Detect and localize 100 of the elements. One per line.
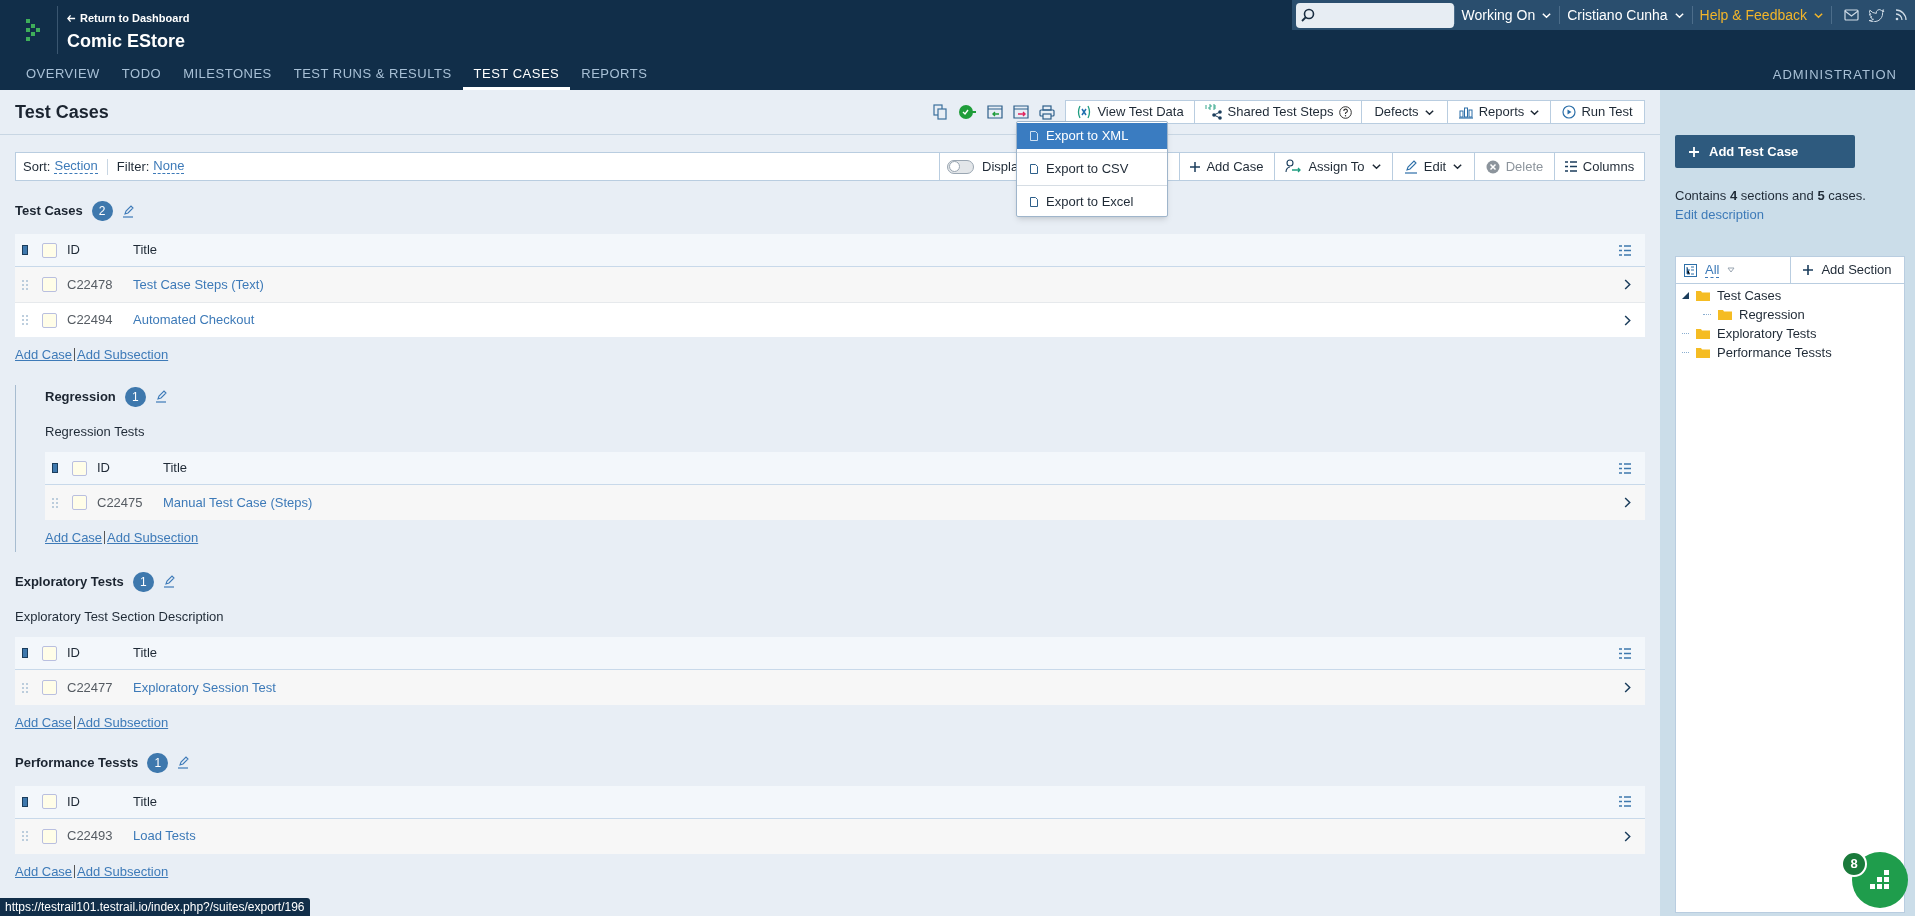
edit-icon[interactable]: [154, 390, 167, 403]
add-subsection-link[interactable]: Add Subsection: [77, 713, 169, 733]
columns-icon[interactable]: [1619, 244, 1631, 256]
case-title-link[interactable]: Automated Checkout: [133, 312, 255, 328]
mail-icon[interactable]: [1844, 9, 1859, 21]
add-case-link[interactable]: Add Case: [15, 861, 73, 881]
edit-icon[interactable]: [162, 575, 175, 588]
toolbar-button[interactable]: Run Test: [1550, 101, 1644, 123]
case-title-link[interactable]: Exploratory Session Test: [133, 679, 276, 695]
rss-icon[interactable]: [1895, 9, 1907, 21]
column-header: ID: [67, 241, 81, 260]
menu-dropdown[interactable]: Working On: [1454, 4, 1560, 26]
add-subsection-link[interactable]: Add Subsection: [77, 861, 169, 881]
toolbar-button[interactable]: Reports: [1447, 101, 1550, 123]
nav-tab[interactable]: REPORTS: [570, 60, 659, 90]
toolbar-button[interactable]: Shared Test Steps: [1194, 101, 1361, 123]
display-toggle[interactable]: [947, 159, 974, 174]
add-case-link[interactable]: Add Case: [15, 345, 73, 365]
export-icon[interactable]: [1013, 105, 1029, 119]
nav-tab[interactable]: OVERVIEW: [15, 60, 111, 90]
file-icon: [1030, 164, 1038, 174]
drag-handle-icon[interactable]: [22, 279, 28, 290]
checkbox[interactable]: [42, 828, 57, 844]
folder-icon: [1696, 290, 1710, 301]
menu-dropdown[interactable]: Help & Feedback: [1692, 4, 1831, 26]
table-row[interactable]: C22478 Test Case Steps (Text): [15, 267, 1645, 302]
badge-arrow-icon[interactable]: [959, 104, 977, 120]
filter-link[interactable]: None: [153, 159, 185, 174]
add-subsection-link[interactable]: Add Subsection: [77, 345, 169, 365]
action-button[interactable]: Add Case: [1179, 153, 1274, 180]
columns-icon[interactable]: [1619, 796, 1631, 807]
tree-item[interactable]: Test Cases: [1717, 285, 1782, 306]
action-button[interactable]: Columns: [1554, 153, 1644, 180]
table-row[interactable]: C22475 Manual Test Case (Steps): [45, 485, 1645, 520]
columns-icon[interactable]: [1619, 462, 1631, 474]
checkbox[interactable]: [42, 277, 57, 292]
checkbox[interactable]: [42, 680, 57, 695]
checkbox[interactable]: [42, 645, 57, 661]
tree-item[interactable]: Performance Tessts: [1717, 342, 1832, 363]
toolbar-button[interactable]: Defects: [1361, 101, 1447, 123]
export-menu-item[interactable]: Export to XML: [1017, 123, 1167, 149]
chevron-right-icon[interactable]: [1623, 830, 1631, 842]
action-button[interactable]: Assign To: [1274, 153, 1392, 180]
export-menu-item[interactable]: Export to Excel: [1017, 189, 1167, 215]
edit-icon[interactable]: [121, 204, 134, 218]
tree-item[interactable]: Regression: [1739, 304, 1805, 325]
column-header: Title: [163, 459, 189, 478]
column-header: ID: [97, 459, 111, 478]
case-title-link[interactable]: Test Case Steps (Text): [133, 276, 264, 292]
case-title-link[interactable]: Load Tests: [133, 828, 196, 844]
add-case-link[interactable]: Add Case: [15, 713, 73, 733]
menu-dropdown[interactable]: Cristiano Cunha: [1560, 4, 1692, 26]
print-icon[interactable]: [1039, 104, 1055, 120]
export-menu-item[interactable]: Export to CSV: [1017, 156, 1167, 182]
case-title-link[interactable]: Manual Test Case (Steps): [163, 494, 313, 510]
column-header: ID: [67, 792, 81, 811]
edit-icon[interactable]: [177, 756, 190, 769]
add-section-button[interactable]: Add Section: [1791, 257, 1904, 283]
copy-icon[interactable]: [933, 104, 947, 120]
case-id: C22477: [67, 678, 114, 697]
drag-handle-icon[interactable]: [22, 315, 28, 325]
section-title: Test Cases: [15, 202, 83, 221]
table-row[interactable]: C22493 Load Tests: [15, 818, 1645, 854]
action-button[interactable]: Edit: [1392, 153, 1474, 180]
add-subsection-link[interactable]: Add Subsection: [107, 528, 199, 548]
return-link[interactable]: Return to Dashboard: [67, 9, 190, 27]
administration-link[interactable]: ADMINISTRATION: [1772, 60, 1897, 90]
toolbar-button[interactable]: View Test Data: [1066, 101, 1194, 123]
drag-handle-icon[interactable]: [22, 682, 28, 693]
table-row[interactable]: C22477 Exploratory Session Test: [15, 670, 1645, 705]
tree-filter-link[interactable]: All: [1705, 262, 1720, 278]
drag-handle-icon[interactable]: [22, 831, 28, 841]
nav-tab[interactable]: MILESTONES: [172, 60, 283, 90]
caret-icon[interactable]: [1727, 267, 1736, 273]
tree-item[interactable]: Exploratory Tests: [1717, 323, 1817, 344]
import-icon[interactable]: [987, 105, 1003, 119]
nav-tab[interactable]: TEST RUNS & RESULTS: [282, 60, 463, 90]
checkbox[interactable]: [72, 460, 87, 476]
sort-link[interactable]: Section: [54, 159, 98, 174]
chevron-right-icon[interactable]: [1623, 682, 1631, 693]
add-test-case-button[interactable]: Add Test Case: [1675, 135, 1855, 168]
chevron-right-icon[interactable]: [1623, 279, 1631, 290]
columns-icon[interactable]: [1619, 647, 1631, 659]
add-case-link[interactable]: Add Case: [45, 528, 103, 548]
help-icon: [1338, 105, 1352, 119]
drag-handle-icon[interactable]: [52, 497, 58, 508]
expand-triangle-icon[interactable]: [1682, 292, 1689, 299]
checkbox[interactable]: [42, 242, 57, 258]
count-badge: 1: [132, 571, 154, 592]
checkbox[interactable]: [42, 312, 57, 328]
chevron-right-icon[interactable]: [1623, 497, 1631, 508]
bird-icon[interactable]: [1869, 8, 1885, 22]
nav-tab[interactable]: TODO: [110, 60, 173, 90]
chevron-right-icon[interactable]: [1623, 314, 1631, 326]
checkbox[interactable]: [72, 495, 87, 510]
nav-tab[interactable]: TEST CASES: [462, 60, 571, 90]
search-icon: [1300, 8, 1315, 22]
search-field[interactable]: [1295, 2, 1454, 28]
logo-icon: [26, 19, 40, 41]
checkbox[interactable]: [42, 794, 57, 809]
